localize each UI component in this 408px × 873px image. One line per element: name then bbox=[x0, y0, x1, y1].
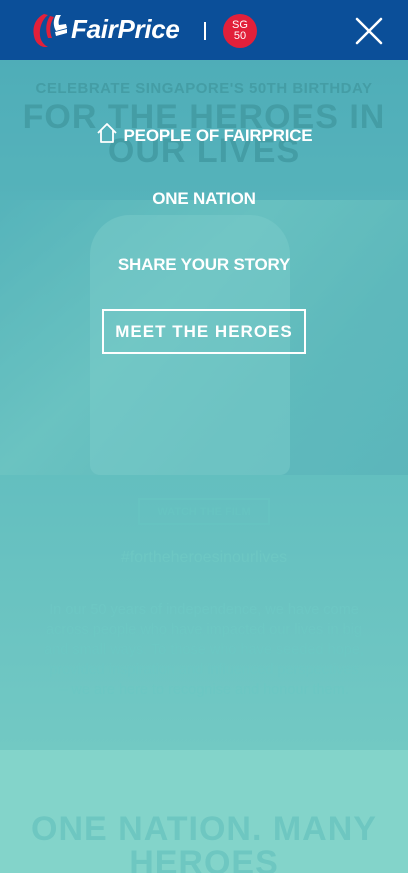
home-icon bbox=[96, 122, 118, 149]
close-icon[interactable] bbox=[354, 16, 384, 46]
sg50-line2: 50 bbox=[233, 30, 247, 42]
menu-item-people-of-fairprice[interactable]: PEOPLE OF FAIRPRICE bbox=[0, 122, 408, 149]
fairprice-logo-icon[interactable] bbox=[30, 12, 68, 48]
site-header: FairPrice SG 50 bbox=[0, 0, 408, 60]
menu-item-label: PEOPLE OF FAIRPRICE bbox=[123, 126, 313, 145]
brand-name: FairPrice bbox=[71, 14, 180, 44]
menu-overlay bbox=[0, 60, 408, 873]
sg50-badge: SG 50 bbox=[223, 14, 257, 48]
meet-the-heroes-button[interactable]: MEET THE HEROES bbox=[102, 309, 306, 354]
header-divider bbox=[204, 22, 206, 40]
menu-item-share-your-story[interactable]: SHARE YOUR STORY bbox=[0, 255, 408, 275]
menu-item-one-nation[interactable]: ONE NATION bbox=[0, 189, 408, 209]
